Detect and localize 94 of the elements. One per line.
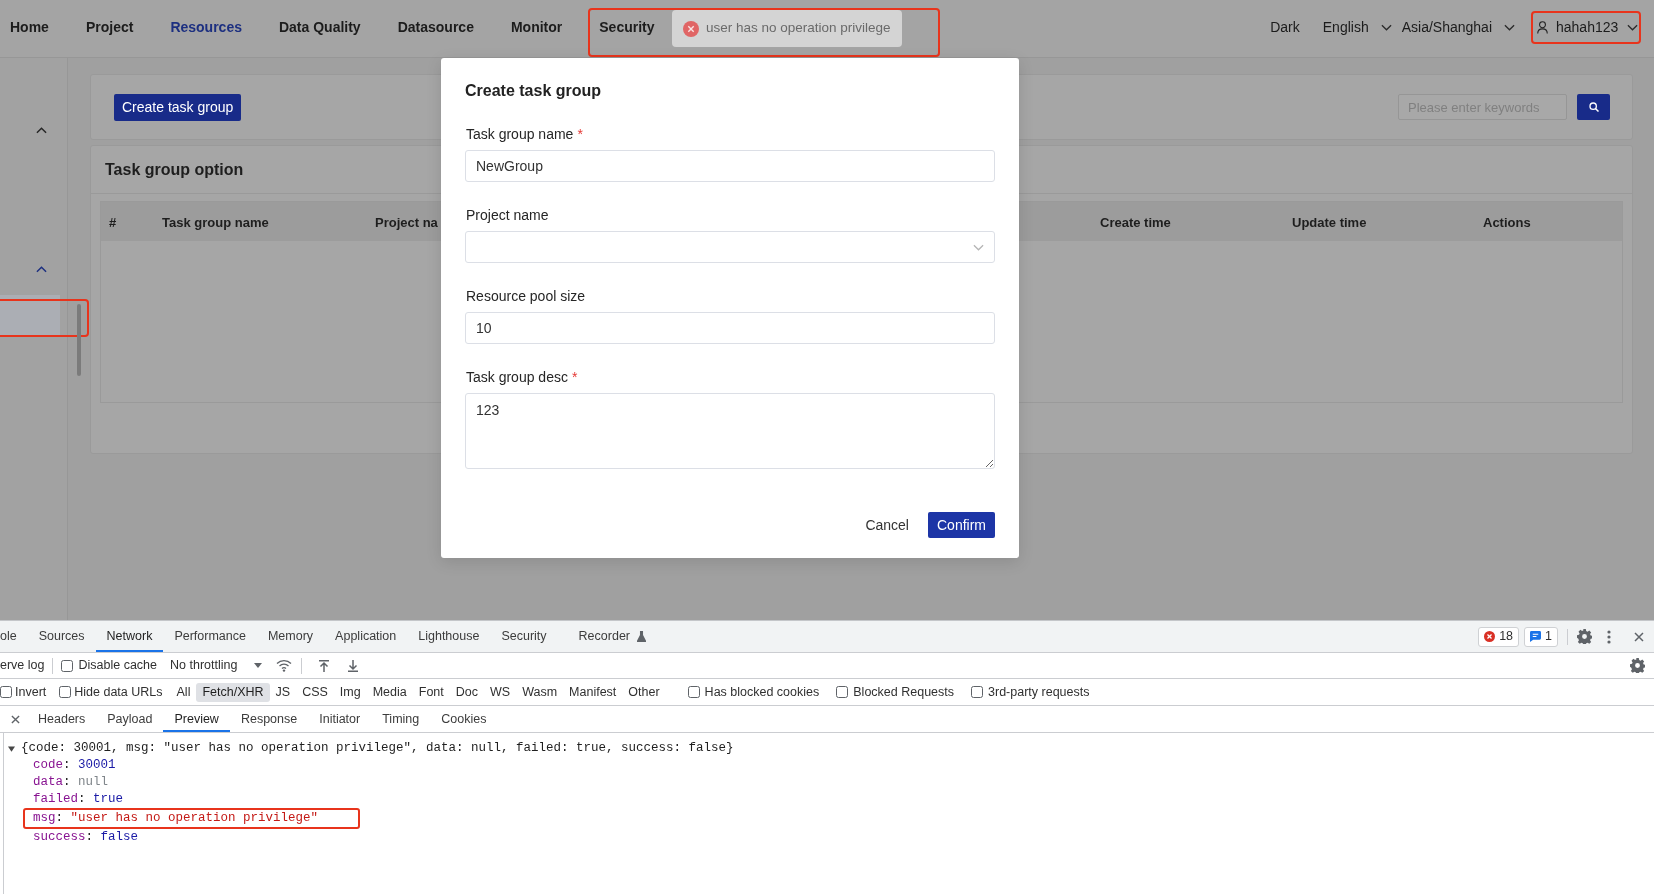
- json-property: code: 30001: [33, 757, 117, 774]
- checkbox[interactable]: [971, 686, 984, 698]
- field-label: Task group name: [466, 125, 574, 144]
- text-field[interactable]: NewGroup: [465, 150, 995, 182]
- checkbox[interactable]: [0, 686, 12, 698]
- nav-link[interactable]: Home: [10, 17, 49, 37]
- create-task-group-button[interactable]: Create task group: [114, 93, 242, 121]
- message-count-button[interactable]: 1: [1524, 626, 1558, 647]
- devtools-tab[interactable]: Network: [95, 621, 164, 652]
- dialog-title: Create task group: [465, 81, 603, 101]
- error-icon: [683, 20, 699, 37]
- checkbox[interactable]: [61, 659, 74, 672]
- required-mark: *: [571, 368, 578, 387]
- column-header: Actions: [1483, 214, 1531, 230]
- devtools-tab[interactable]: Headers: [27, 706, 97, 732]
- throttling-dropdown[interactable]: No throttling: [170, 656, 263, 675]
- devtools-tab[interactable]: Lighthouse: [407, 621, 491, 652]
- timezone-dropdown[interactable]: Asia/Shanghai: [1401, 17, 1515, 37]
- required-mark: *: [577, 125, 583, 144]
- devtools-tab[interactable]: Payload: [96, 706, 164, 732]
- column-header: Task group name: [162, 214, 269, 230]
- json-property: failed: true: [33, 791, 125, 808]
- text-field[interactable]: 10: [465, 312, 995, 344]
- chevron-down-icon: [1380, 23, 1392, 31]
- download-icon[interactable]: [348, 659, 359, 672]
- error-count-button[interactable]: 18: [1478, 626, 1520, 647]
- chevron-down-icon: [1627, 23, 1638, 31]
- confirm-button[interactable]: Confirm: [928, 512, 995, 538]
- devtools-tab[interactable]: Application: [324, 621, 408, 652]
- nav-link[interactable]: Monitor: [510, 17, 563, 37]
- user-menu[interactable]: hahah123: [1533, 12, 1639, 42]
- resource-type-filter[interactable]: Fetch/XHR: [196, 682, 270, 702]
- column-header: #: [109, 214, 117, 230]
- devtools-tab[interactable]: Security: [490, 621, 558, 652]
- checkbox-label: Has blocked cookies: [704, 683, 820, 701]
- settings-icon[interactable]: [1630, 658, 1645, 673]
- devtools-tab[interactable]: Performance: [163, 621, 257, 652]
- wifi-icon[interactable]: [276, 659, 293, 672]
- json-property: success: false: [33, 829, 140, 846]
- column-header: Project na: [375, 214, 438, 230]
- field-label: Project name: [466, 206, 549, 225]
- devtools-tab[interactable]: Response: [229, 706, 309, 732]
- user-icon: [1537, 20, 1548, 34]
- checkbox[interactable]: [836, 686, 849, 698]
- chevron-down-icon: [1504, 23, 1515, 31]
- checkbox[interactable]: [687, 686, 700, 698]
- expand-triangle-icon[interactable]: [8, 745, 15, 752]
- error-icon: [1484, 631, 1496, 642]
- nav-link[interactable]: Datasource: [397, 17, 474, 37]
- nav-link[interactable]: Security: [599, 17, 655, 37]
- json-property: msg: "user has no operation privilege": [33, 810, 320, 827]
- checkbox[interactable]: [59, 686, 72, 698]
- json-summary: {code: 30001, msg: "user has no operation privilege", data: null, failed: true, success: false}: [21, 740, 734, 757]
- dropdown-triangle-icon: [254, 663, 263, 668]
- theme-toggle[interactable]: Dark: [1270, 17, 1300, 37]
- toast-message: user has no operation privilege: [706, 19, 891, 38]
- more-options-icon[interactable]: [1607, 629, 1611, 644]
- scrollbar-thumb[interactable]: [77, 304, 81, 376]
- search-icon: [1588, 102, 1599, 112]
- settings-icon[interactable]: [1577, 629, 1592, 644]
- field-label: Task group desc: [466, 368, 568, 387]
- devtools-tab[interactable]: ole: [0, 621, 28, 652]
- textarea-field[interactable]: 123: [465, 393, 995, 469]
- close-icon[interactable]: [11, 714, 20, 724]
- checkbox-label: 3rd-party requests: [988, 683, 1090, 701]
- checkbox-label: Invert: [15, 683, 47, 701]
- json-property: data: null: [33, 774, 110, 791]
- devtools-tab[interactable]: Preview: [163, 706, 230, 732]
- checkbox-label: Blocked Requests: [853, 683, 955, 701]
- message-icon: [1530, 631, 1542, 642]
- checkbox-label: Hide data URLs: [74, 683, 163, 701]
- chevron-up-icon[interactable]: [36, 126, 47, 134]
- close-icon[interactable]: [1634, 631, 1644, 642]
- checkbox-label: Disable cache: [78, 657, 157, 675]
- devtools-tab[interactable]: Recorder: [567, 621, 657, 652]
- devtools-tab[interactable]: Timing: [371, 706, 431, 732]
- nav-link[interactable]: Project: [85, 17, 134, 37]
- search-button[interactable]: [1577, 94, 1610, 120]
- nav-link[interactable]: Resources: [170, 17, 242, 37]
- chevron-down-icon: [973, 243, 984, 251]
- devtools-tab[interactable]: Cookies: [430, 706, 498, 732]
- column-header: Update time: [1292, 214, 1367, 230]
- chevron-up-icon[interactable]: [36, 265, 47, 273]
- language-dropdown[interactable]: English: [1322, 17, 1392, 37]
- table-title: Task group option: [105, 159, 244, 180]
- devtools-tab[interactable]: Sources: [27, 621, 96, 652]
- select-field[interactable]: [465, 231, 995, 263]
- devtools-tab[interactable]: Initiator: [308, 706, 372, 732]
- nav-link[interactable]: Data Quality: [278, 17, 361, 37]
- devtools-tab[interactable]: Memory: [256, 621, 325, 652]
- upload-icon[interactable]: [319, 659, 330, 672]
- checkbox-label: erve log: [0, 657, 45, 675]
- column-header: Create time: [1100, 214, 1171, 230]
- field-label: Resource pool size: [466, 287, 586, 306]
